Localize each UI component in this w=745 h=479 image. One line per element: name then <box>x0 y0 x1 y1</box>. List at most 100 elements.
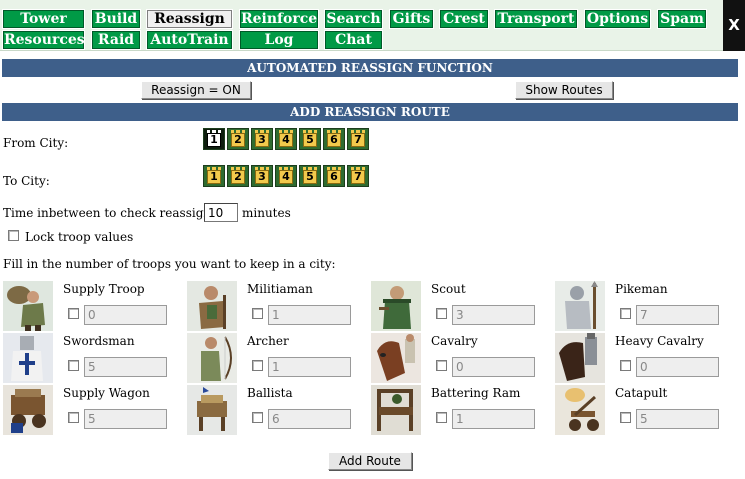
to-city-5-button[interactable]: 5 <box>299 165 321 187</box>
city-number: 7 <box>351 133 365 147</box>
battering-ram-portrait-icon <box>371 385 421 435</box>
tab-tower[interactable]: Tower <box>2 9 85 29</box>
troop-name: Swordsman <box>63 334 135 348</box>
troop-name: Supply Wagon <box>63 386 150 400</box>
to-city-selector: 1 2 3 4 5 6 7 <box>203 165 371 187</box>
from-city-3-button[interactable]: 3 <box>251 128 273 150</box>
from-city-6-button[interactable]: 6 <box>323 128 345 150</box>
to-city-7-button[interactable]: 7 <box>347 165 369 187</box>
troop-name: Archer <box>247 334 289 348</box>
from-city-1-button[interactable]: 1 <box>203 128 225 150</box>
city-number: 1 <box>207 133 221 147</box>
troop-pikeman-input[interactable] <box>636 305 719 325</box>
troop-supply-troop-checkbox[interactable] <box>68 308 79 319</box>
tab-spam[interactable]: Spam <box>657 9 707 29</box>
troop-scout: Scout <box>371 281 551 333</box>
interval-unit-label: minutes <box>242 206 291 220</box>
militiaman-portrait-icon <box>187 281 237 331</box>
tab-options[interactable]: Options <box>584 9 651 29</box>
city-number: 4 <box>279 133 293 147</box>
troop-militiaman-checkbox[interactable] <box>252 308 263 319</box>
from-city-2-button[interactable]: 2 <box>227 128 249 150</box>
troop-ballista-checkbox[interactable] <box>252 412 263 423</box>
interval-label: Time inbetween to check reassign: <box>3 206 216 220</box>
tab-autotrain[interactable]: AutoTrain <box>146 30 233 50</box>
troop-catapult-checkbox[interactable] <box>620 412 631 423</box>
show-routes-button[interactable]: Show Routes <box>515 81 613 99</box>
tab-gifts[interactable]: Gifts <box>389 9 434 29</box>
troop-swordsman-checkbox[interactable] <box>68 360 79 371</box>
troop-scout-input[interactable] <box>452 305 535 325</box>
troop-name: Supply Troop <box>63 282 145 296</box>
troop-battering-ram-checkbox[interactable] <box>436 412 447 423</box>
troop-supply-troop-input[interactable] <box>84 305 167 325</box>
city-number: 3 <box>255 133 269 147</box>
troop-scout-checkbox[interactable] <box>436 308 447 319</box>
pikeman-portrait-icon <box>555 281 605 331</box>
troop-ballista-input[interactable] <box>268 409 351 429</box>
troop-heavy-cavalry-checkbox[interactable] <box>620 360 631 371</box>
tab-resources[interactable]: Resources <box>2 30 85 50</box>
troop-name: Heavy Cavalry <box>615 334 704 348</box>
tab-log[interactable]: Log <box>239 30 319 50</box>
troop-ballista: Ballista <box>187 385 367 437</box>
troop-catapult-input[interactable] <box>636 409 719 429</box>
troop-archer-checkbox[interactable] <box>252 360 263 371</box>
troop-supply-wagon: Supply Wagon <box>3 385 183 437</box>
troop-archer-input[interactable] <box>268 357 351 377</box>
archer-portrait-icon <box>187 333 237 383</box>
add-route-button[interactable]: Add Route <box>328 452 412 470</box>
troop-name: Battering Ram <box>431 386 521 400</box>
troop-supply-wagon-checkbox[interactable] <box>68 412 79 423</box>
automated-reassign-header: AUTOMATED REASSIGN FUNCTION <box>2 59 738 77</box>
tab-reinforce[interactable]: Reinforce <box>239 9 319 29</box>
to-city-3-button[interactable]: 3 <box>251 165 273 187</box>
troop-supply-wagon-input[interactable] <box>84 409 167 429</box>
city-number: 1 <box>207 170 221 184</box>
from-city-7-button[interactable]: 7 <box>347 128 369 150</box>
troop-cavalry-checkbox[interactable] <box>436 360 447 371</box>
troop-swordsman-input[interactable] <box>84 357 167 377</box>
lock-troop-values-label: Lock troop values <box>25 230 134 244</box>
supply-wagon-portrait-icon <box>3 385 53 435</box>
to-city-4-button[interactable]: 4 <box>275 165 297 187</box>
from-city-selector: 1 2 3 4 5 6 7 <box>203 128 371 150</box>
city-number: 4 <box>279 170 293 184</box>
to-city-1-button[interactable]: 1 <box>203 165 225 187</box>
ballista-portrait-icon <box>187 385 237 435</box>
cavalry-portrait-icon <box>371 333 421 383</box>
from-city-4-button[interactable]: 4 <box>275 128 297 150</box>
troop-archer: Archer <box>187 333 367 385</box>
tab-raid[interactable]: Raid <box>91 30 141 50</box>
troop-heavy-cavalry-input[interactable] <box>636 357 719 377</box>
city-number: 5 <box>303 170 317 184</box>
to-city-label: To City: <box>3 174 50 188</box>
to-city-2-button[interactable]: 2 <box>227 165 249 187</box>
tab-reassign[interactable]: Reassign <box>146 9 233 29</box>
tab-crest[interactable]: Crest <box>439 9 489 29</box>
close-button[interactable]: X <box>723 0 745 51</box>
city-number: 5 <box>303 133 317 147</box>
interval-minutes-input[interactable] <box>204 203 238 222</box>
troop-swordsman: Swordsman <box>3 333 183 385</box>
reassign-toggle-button[interactable]: Reassign = ON <box>141 81 251 99</box>
heavy-cavalry-portrait-icon <box>555 333 605 383</box>
troop-pikeman-checkbox[interactable] <box>620 308 631 319</box>
troop-supply-troop: Supply Troop <box>3 281 183 333</box>
troop-battering-ram-input[interactable] <box>452 409 535 429</box>
tab-build[interactable]: Build <box>91 9 141 29</box>
from-city-5-button[interactable]: 5 <box>299 128 321 150</box>
tab-search[interactable]: Search <box>324 9 383 29</box>
troop-cavalry: Cavalry <box>371 333 551 385</box>
from-city-label: From City: <box>3 136 69 150</box>
troop-name: Cavalry <box>431 334 478 348</box>
troop-cavalry-input[interactable] <box>452 357 535 377</box>
tab-chat[interactable]: Chat <box>324 30 383 50</box>
troop-heavy-cavalry: Heavy Cavalry <box>555 333 735 385</box>
troop-militiaman: Militiaman <box>187 281 367 333</box>
troop-pikeman: Pikeman <box>555 281 735 333</box>
troop-militiaman-input[interactable] <box>268 305 351 325</box>
tab-transport[interactable]: Transport <box>494 9 578 29</box>
to-city-6-button[interactable]: 6 <box>323 165 345 187</box>
lock-troop-values-checkbox[interactable] <box>8 230 19 241</box>
